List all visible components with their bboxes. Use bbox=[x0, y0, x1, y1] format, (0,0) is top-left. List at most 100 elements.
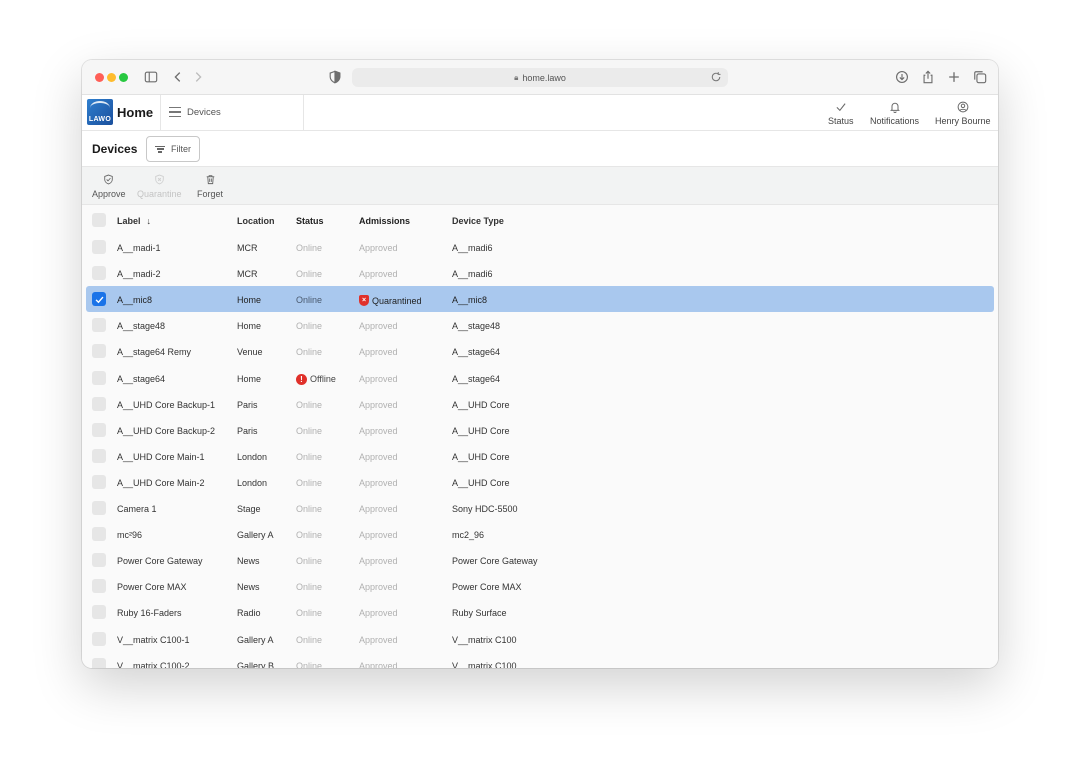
table-row[interactable]: A__stage48 Home Online Approved A__stage48 bbox=[86, 312, 994, 338]
user-menu-button[interactable]: Henry Bourne bbox=[935, 100, 991, 126]
table-row[interactable]: A__UHD Core Main-1 London Online Approved A_… bbox=[86, 443, 994, 469]
cell-device-type-text: A__stage64 bbox=[452, 373, 501, 384]
column-header-device-type[interactable]: Device Type bbox=[452, 216, 504, 226]
column-header-admissions[interactable]: Admissions bbox=[359, 216, 410, 226]
filter-label: Filter bbox=[171, 144, 191, 154]
row-checkbox[interactable] bbox=[92, 579, 106, 594]
cell-status: Online bbox=[296, 295, 322, 305]
cell-device-type: A__UHD Core bbox=[452, 478, 510, 488]
privacy-shield-icon[interactable] bbox=[327, 69, 343, 85]
approve-label: Approve bbox=[92, 189, 126, 199]
row-checkbox[interactable] bbox=[92, 344, 106, 359]
cell-label-text: A__UHD Core Backup-1 bbox=[117, 399, 216, 410]
row-checkbox[interactable] bbox=[92, 605, 106, 620]
table-row[interactable]: V__matrix C100-2 Gallery B Online Approved V… bbox=[86, 652, 994, 668]
table-row[interactable]: Power Core MAX News Online Approved Power Co… bbox=[86, 573, 994, 599]
cell-label: A__mic8 bbox=[117, 295, 152, 305]
table-header-row: Label ↓ Location Status Admissions Device… bbox=[86, 207, 994, 233]
column-header-label[interactable]: Label ↓ bbox=[117, 216, 151, 226]
cell-device-type: Power Core MAX bbox=[452, 582, 522, 592]
table-row[interactable]: mc²96 Gallery A Online Approved mc2_96 bbox=[86, 521, 994, 547]
column-header-status[interactable]: Status bbox=[296, 216, 324, 226]
table-row[interactable]: A__UHD Core Backup-1 Paris Online Approved A… bbox=[86, 391, 994, 417]
cell-status: Online bbox=[296, 400, 322, 410]
row-checkbox[interactable] bbox=[92, 631, 106, 646]
cell-status: Online bbox=[296, 582, 322, 592]
minimize-window-button[interactable] bbox=[107, 73, 116, 82]
approve-button[interactable]: Approve bbox=[92, 173, 126, 199]
maximize-window-button[interactable] bbox=[119, 73, 128, 82]
quarantine-button[interactable]: Quarantine bbox=[137, 173, 182, 199]
cell-label: Power Core MAX bbox=[117, 582, 187, 592]
cell-admissions: Approved bbox=[359, 582, 398, 592]
table-row[interactable]: Power Core Gateway News Online Approved Powe… bbox=[86, 547, 994, 573]
table-row[interactable]: Ruby 16-Faders Radio Online Approved Ruby Su… bbox=[86, 599, 994, 625]
cell-location-text: News bbox=[237, 556, 260, 567]
status-button[interactable]: Status bbox=[828, 100, 854, 126]
share-icon[interactable] bbox=[920, 69, 936, 85]
cell-device-type: Ruby Surface bbox=[452, 608, 507, 618]
table-row[interactable]: A__stage64 Home! Offline Approved A__stage64 bbox=[86, 365, 994, 391]
cell-location: Gallery B bbox=[237, 661, 274, 668]
downloads-icon[interactable] bbox=[894, 69, 910, 85]
table-row[interactable]: A__madi-1 MCR Online Approved A__madi6 bbox=[86, 234, 994, 260]
select-all-checkbox[interactable] bbox=[92, 213, 106, 227]
row-checkbox[interactable] bbox=[92, 370, 106, 385]
cell-label-text: A__stage64 bbox=[117, 373, 166, 384]
browser-toolbar: 🔒︎ home.lawo bbox=[82, 60, 998, 95]
row-checkbox[interactable] bbox=[92, 422, 106, 437]
address-bar[interactable]: 🔒︎ home.lawo bbox=[352, 68, 728, 87]
row-checkbox[interactable] bbox=[92, 501, 106, 515]
app-title[interactable]: Home bbox=[117, 105, 153, 120]
forward-icon[interactable] bbox=[190, 69, 206, 85]
table-row[interactable]: A__madi-2 MCR Online Approved A__madi6 bbox=[86, 260, 994, 286]
table-row[interactable]: A__mic8 Home Online × Quarantined A__mic8 bbox=[86, 286, 994, 313]
row-checkbox[interactable] bbox=[92, 240, 106, 254]
cell-device-type: A__stage64 bbox=[452, 374, 500, 384]
tab-overview-icon[interactable] bbox=[972, 69, 988, 85]
row-checkbox[interactable] bbox=[92, 657, 106, 668]
table-row[interactable]: Camera 1 Stage Online Approved Sony HDC-5500 bbox=[86, 495, 994, 521]
new-tab-icon[interactable] bbox=[946, 69, 962, 85]
table-row[interactable]: A__UHD Core Backup-2 Paris Online Approved A… bbox=[86, 417, 994, 443]
table-row[interactable]: V__matrix C100-1 Gallery A Online Approved V… bbox=[86, 626, 994, 652]
cell-status-text: Online bbox=[296, 295, 323, 306]
cell-device-type-text: A__stage48 bbox=[452, 321, 501, 332]
cell-device-type: V__matrix C100 bbox=[452, 661, 517, 668]
lock-icon: 🔒︎ bbox=[514, 72, 519, 82]
cell-device-type-text: A__mic8 bbox=[452, 295, 488, 306]
column-header-location[interactable]: Location bbox=[237, 216, 275, 226]
bell-icon bbox=[888, 100, 902, 114]
cell-status-text: Online bbox=[296, 425, 323, 436]
row-checkbox[interactable] bbox=[92, 474, 106, 489]
cell-label: A__madi-1 bbox=[117, 243, 161, 253]
nav-devices-link[interactable]: Devices bbox=[187, 107, 221, 118]
table-row[interactable]: A__stage64 Remy Venue Online Approved A__sta… bbox=[86, 338, 994, 364]
forget-button[interactable]: Forget bbox=[197, 173, 223, 199]
row-checkbox[interactable] bbox=[92, 396, 106, 411]
close-window-button[interactable] bbox=[95, 73, 104, 82]
cell-status-text: Online bbox=[296, 477, 323, 488]
row-checkbox[interactable] bbox=[92, 318, 106, 333]
lawo-logo[interactable]: LAWO bbox=[87, 99, 113, 125]
cell-admissions-text: Approved bbox=[359, 530, 398, 541]
cell-admissions: Approved bbox=[359, 556, 398, 566]
filter-button[interactable]: Filter bbox=[146, 136, 200, 162]
user-avatar-icon bbox=[956, 100, 970, 114]
table-row[interactable]: A__UHD Core Main-2 London Online Approved A_… bbox=[86, 469, 994, 495]
row-checkbox[interactable] bbox=[92, 553, 106, 568]
cell-label: A__UHD Core Backup-2 bbox=[117, 426, 215, 436]
row-checkbox[interactable] bbox=[92, 266, 106, 281]
cell-status-text: Online bbox=[296, 399, 323, 410]
cell-location: Stage bbox=[237, 504, 261, 514]
reload-icon[interactable] bbox=[710, 71, 722, 83]
back-icon[interactable] bbox=[170, 69, 186, 85]
sidebar-toggle-icon[interactable] bbox=[143, 69, 159, 85]
row-checkbox[interactable] bbox=[92, 292, 106, 307]
row-checkbox[interactable] bbox=[92, 448, 106, 463]
row-checkbox[interactable] bbox=[92, 527, 106, 542]
menu-icon[interactable] bbox=[169, 107, 181, 117]
cell-label-text: V__matrix C100-1 bbox=[117, 634, 190, 645]
notifications-button[interactable]: Notifications bbox=[870, 100, 919, 126]
cell-admissions: Approved bbox=[359, 635, 398, 645]
